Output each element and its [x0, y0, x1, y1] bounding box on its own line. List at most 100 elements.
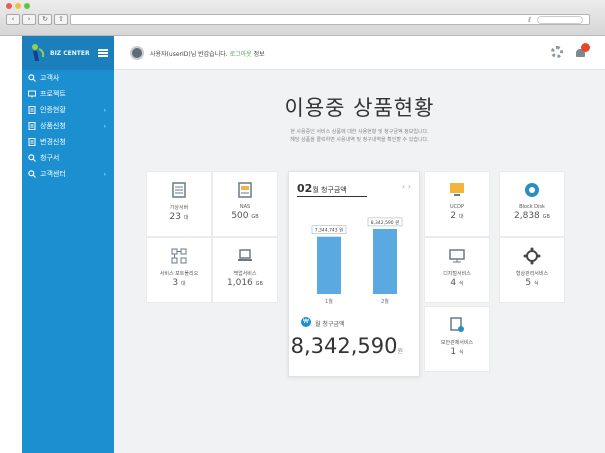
tile-value-number: 3 — [172, 278, 179, 288]
sidebar-item-label: 변경신청 — [40, 138, 66, 146]
main-content: 이용중 상품현황 현 사용중인 서비스 상품에 대한 사용현황 및 청구금액 정… — [114, 70, 605, 453]
tile-value: 1 식 — [425, 347, 489, 357]
billing-amount-value: 8,342,590 — [290, 334, 398, 358]
logout-link[interactable]: 로그아웃 — [230, 51, 252, 58]
settings-gear-icon[interactable] — [551, 46, 563, 58]
product-tile[interactable]: UCDP 2 대 — [424, 171, 490, 237]
sidebar-item-0[interactable]: 고객사 — [22, 70, 114, 86]
document-icon — [28, 122, 36, 130]
sidebar-item-label: 상품신청 — [40, 122, 66, 130]
tile-label: 백업서비스 — [233, 271, 257, 277]
reader-icon[interactable]: ℓ — [528, 16, 531, 24]
sidebar-item-3[interactable]: 상품신청 › — [22, 118, 114, 134]
product-tile[interactable]: 디지털서비스 4 식 — [424, 237, 490, 303]
page-description-line1: 현 사용중인 서비스 상품에 대한 사용현황 및 청구금액 정보입니다. — [290, 129, 429, 135]
monitor-icon — [449, 249, 465, 263]
page-description-line2: 해당 상품을 클릭하면 사용내역 및 청구내역을 확인할 수 있습니다. — [290, 137, 429, 143]
sidebar-item-label: 청구서 — [40, 154, 60, 162]
app-window: ‹ › ↻ ⇧ ℓ BIZ CENTER 고객사 프로젝트 인증현황 › 상품신청 › 변경… — [0, 0, 605, 453]
product-tile[interactable]: 보안관제서비스 1 식 — [424, 306, 490, 372]
sidebar-item-5[interactable]: 청구서 — [22, 150, 114, 166]
network-icon — [171, 248, 187, 264]
avatar[interactable] — [130, 46, 144, 60]
tile-value: 2,838 GB — [500, 211, 564, 221]
tile-value-number: 500 — [231, 211, 249, 221]
page-title: 이용중 상품현황 — [284, 96, 435, 120]
logo-mark-icon — [32, 44, 45, 61]
tile-value: 1,016 GB — [213, 278, 277, 288]
user-greeting: 사용자(userID)님 반갑습니다. — [150, 51, 228, 58]
tile-value: 500 GB — [213, 211, 277, 221]
sidebar-item-6[interactable]: 고객센터 › — [22, 166, 114, 182]
billing-card-actions: ‹ › — [402, 182, 411, 191]
logo[interactable]: BIZ CENTER — [22, 36, 114, 70]
sidebar-item-label: 인증현황 — [40, 106, 66, 114]
product-tile[interactable]: NAS 500 GB — [212, 171, 278, 237]
chart-category-label: 1월 — [325, 298, 333, 305]
billing-card-title: 02월 청구금액 — [297, 182, 347, 195]
tile-value-unit: 대 — [183, 215, 189, 221]
billing-card[interactable]: 02월 청구금액 ‹ › 7,344,743 원 1월 8,342,590 원 2월 … — [288, 171, 420, 377]
share-button[interactable]: ⇧ — [54, 14, 68, 25]
server-icon — [172, 182, 186, 198]
back-button[interactable]: ‹ — [6, 14, 20, 25]
topbar-actions — [551, 43, 590, 58]
won-icon: ₩ — [301, 317, 311, 327]
forward-button[interactable]: › — [22, 14, 36, 25]
document-icon — [28, 138, 36, 146]
product-tile[interactable]: 백업서비스 1,016 GB — [212, 237, 278, 303]
browser-search-field[interactable] — [537, 16, 583, 24]
tile-value-number: 5 — [525, 278, 532, 288]
chart-data-label: 8,342,590 원 — [371, 219, 399, 226]
monitor-icon — [28, 90, 36, 98]
chart-bar — [317, 236, 341, 294]
gear-icon — [523, 247, 541, 265]
hamburger-menu-icon[interactable] — [98, 49, 108, 57]
previous-month-icon[interactable]: ‹ — [402, 182, 405, 191]
product-tile[interactable]: 서비스 포트폴리오 3 대 — [146, 237, 212, 303]
tile-value-number: 4 — [450, 278, 457, 288]
notification-badge — [581, 43, 590, 52]
browser-nav-buttons: ‹ › ↻ ⇧ — [6, 14, 68, 25]
address-bar[interactable]: ℓ — [70, 14, 590, 25]
sidebar-item-1[interactable]: 프로젝트 — [22, 86, 114, 102]
sidebar: BIZ CENTER 고객사 프로젝트 인증현황 › 상품신청 › 변경신청 청구서 고객센터 › — [22, 36, 114, 453]
chart-bar — [373, 228, 397, 294]
tile-value: 2 대 — [425, 211, 489, 221]
tile-label: UCDP — [449, 204, 465, 210]
tile-value-number: 1 — [450, 347, 457, 357]
maximize-window-icon[interactable] — [24, 3, 30, 9]
tile-value-number: 23 — [169, 212, 181, 222]
tile-label: 디지털서비스 — [443, 271, 471, 277]
reload-button[interactable]: ↻ — [38, 14, 52, 25]
chevron-right-icon: › — [103, 122, 106, 130]
billing-amount: 8,342,590원 — [291, 334, 403, 358]
tile-value-number: 1,016 — [227, 278, 253, 288]
user-info-link[interactable]: 정보 — [254, 51, 265, 58]
sidebar-item-label: 프로젝트 — [40, 90, 66, 98]
chart-category-label: 2월 — [381, 298, 389, 305]
tile-label: 가상서버 — [169, 205, 189, 211]
amount-label: 월 청구금액 — [315, 321, 345, 328]
chevron-right-icon: › — [103, 170, 106, 178]
security-icon — [450, 317, 464, 332]
minimize-window-icon[interactable] — [15, 3, 21, 9]
product-tile[interactable]: 형상관리서비스 5 식 — [499, 237, 565, 303]
billing-month: 02 — [297, 182, 313, 195]
close-window-icon[interactable] — [6, 3, 12, 9]
sidebar-item-4[interactable]: 변경신청 — [22, 134, 114, 150]
sidebar-item-label: 고객사 — [40, 74, 60, 82]
window-controls — [6, 3, 30, 9]
billing-month-suffix: 월 청구금액 — [312, 186, 347, 194]
tile-value: 4 식 — [425, 278, 489, 288]
tile-value: 3 대 — [147, 278, 211, 288]
next-month-icon[interactable]: › — [408, 182, 411, 191]
tile-label: 서비스 포트폴리오 — [159, 271, 199, 277]
user-info: 사용자(userID)님 반갑습니다. 로그아웃 정보 — [150, 49, 265, 58]
notification-bell-icon[interactable] — [575, 43, 590, 58]
top-bar: 사용자(userID)님 반갑습니다. 로그아웃 정보 — [114, 36, 605, 70]
product-tile[interactable]: 가상서버 23 대 — [146, 171, 212, 237]
sidebar-item-2[interactable]: 인증현황 › — [22, 102, 114, 118]
billing-bar-chart: 7,344,743 원 1월 8,342,590 원 2월 — [311, 217, 403, 305]
product-tile[interactable]: Block Disk 2,838 GB — [499, 171, 565, 237]
